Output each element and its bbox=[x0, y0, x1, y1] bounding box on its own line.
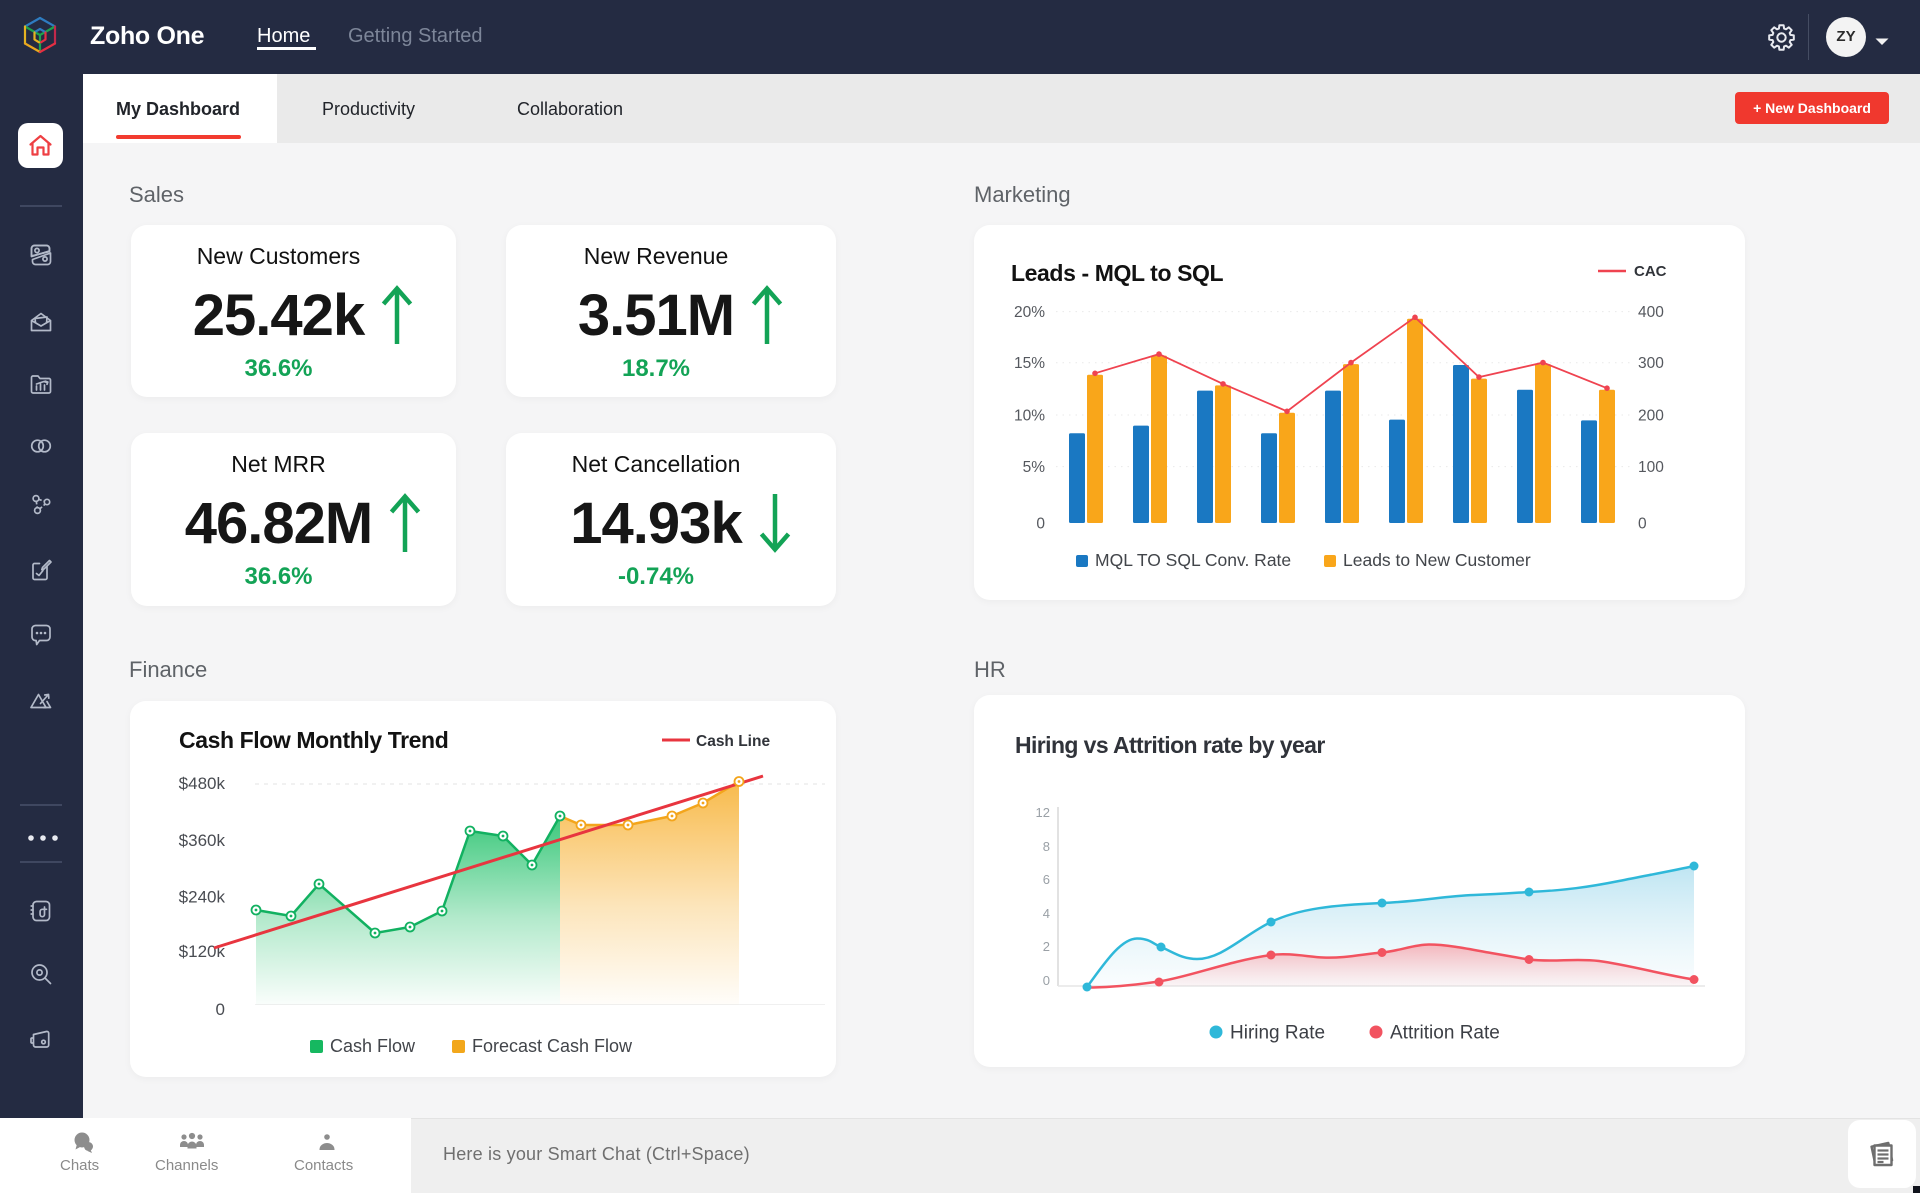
svg-text:$240k: $240k bbox=[179, 888, 226, 907]
svg-text:0: 0 bbox=[1638, 516, 1647, 533]
svg-text:Hiring Rate: Hiring Rate bbox=[1230, 1023, 1325, 1044]
svg-text:20%: 20% bbox=[1014, 304, 1045, 321]
svg-text:4: 4 bbox=[1043, 906, 1050, 921]
svg-text:Forecast Cash Flow: Forecast Cash Flow bbox=[472, 1036, 633, 1056]
svg-text:Cash Flow Monthly Trend: Cash Flow Monthly Trend bbox=[179, 727, 448, 753]
svg-text:Cash Line: Cash Line bbox=[696, 733, 770, 750]
svg-text:10%: 10% bbox=[1014, 407, 1045, 424]
svg-text:300: 300 bbox=[1638, 355, 1664, 372]
svg-text:400: 400 bbox=[1638, 304, 1664, 321]
svg-text:$120k: $120k bbox=[179, 942, 226, 961]
svg-text:MQL TO SQL Conv. Rate: MQL TO SQL Conv. Rate bbox=[1095, 550, 1291, 570]
svg-text:100: 100 bbox=[1638, 459, 1664, 476]
svg-text:$480k: $480k bbox=[179, 774, 226, 793]
svg-text:5%: 5% bbox=[1023, 459, 1046, 476]
svg-text:Hiring vs Attrition rate by ye: Hiring vs Attrition rate by year bbox=[1015, 732, 1325, 758]
svg-text:8: 8 bbox=[1043, 839, 1050, 854]
svg-text:12: 12 bbox=[1036, 805, 1050, 820]
svg-text:6: 6 bbox=[1043, 872, 1050, 887]
svg-text:0: 0 bbox=[1043, 973, 1050, 988]
svg-text:Attrition Rate: Attrition Rate bbox=[1390, 1023, 1500, 1044]
svg-text:Leads to New Customer: Leads to New Customer bbox=[1343, 550, 1531, 570]
svg-text:$360k: $360k bbox=[179, 831, 226, 850]
svg-text:0: 0 bbox=[216, 1000, 225, 1019]
svg-text:15%: 15% bbox=[1014, 355, 1045, 372]
svg-text:Cash Flow: Cash Flow bbox=[330, 1036, 416, 1056]
svg-text:Leads - MQL to SQL: Leads - MQL to SQL bbox=[1011, 260, 1224, 286]
svg-text:2: 2 bbox=[1043, 939, 1050, 954]
svg-text:200: 200 bbox=[1638, 407, 1664, 424]
svg-text:CAC: CAC bbox=[1634, 263, 1667, 280]
svg-text:0: 0 bbox=[1036, 516, 1045, 533]
